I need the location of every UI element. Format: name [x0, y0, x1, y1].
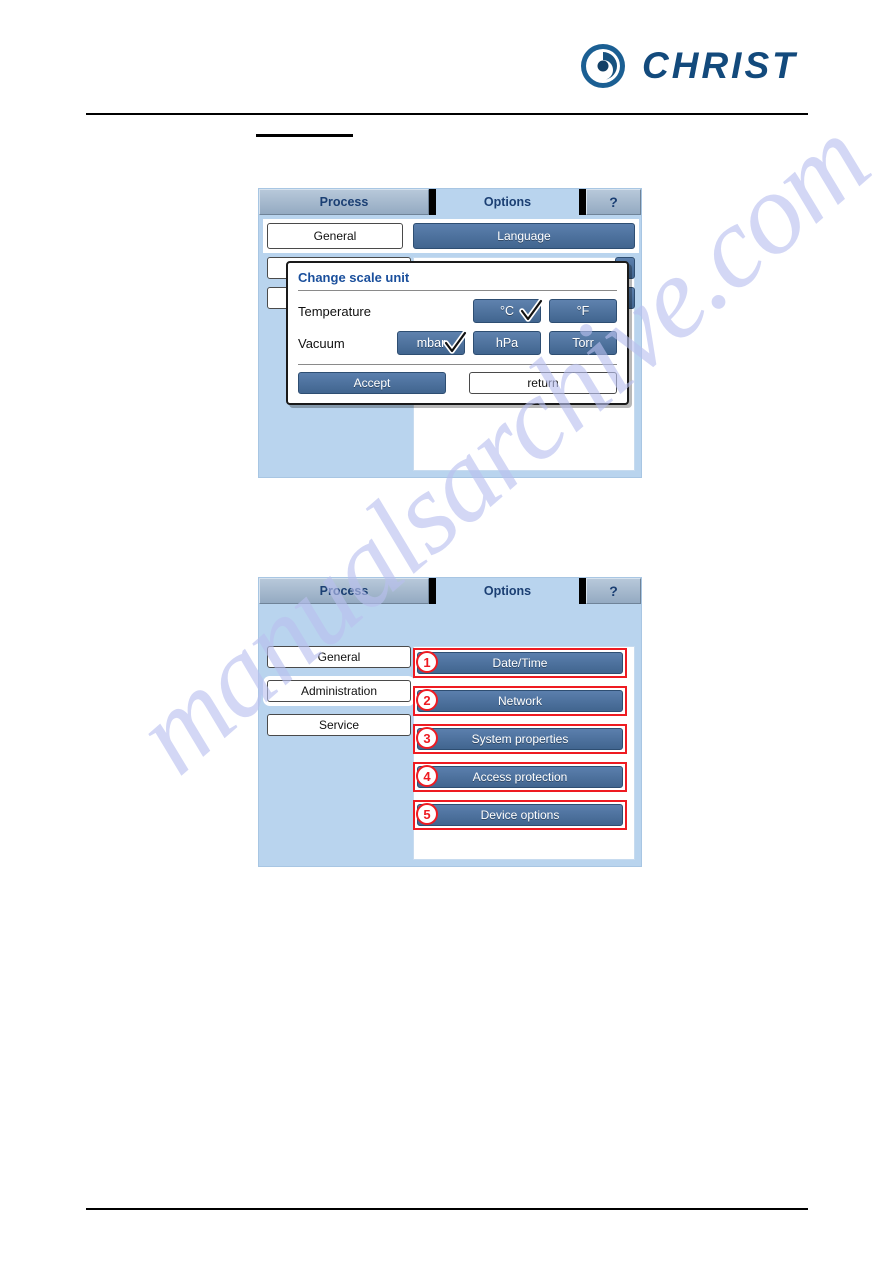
- button-general-label: General: [313, 229, 357, 243]
- return-button-label: return: [527, 376, 559, 390]
- tab-process[interactable]: Process: [259, 578, 429, 604]
- nav-button-label: Service: [318, 718, 359, 732]
- tab-help-label: ?: [609, 583, 618, 599]
- unit-button-label: Torr: [572, 336, 594, 350]
- unit-button-fahrenheit[interactable]: °F: [549, 299, 617, 323]
- button-general[interactable]: General: [267, 223, 403, 249]
- tab-separator: [429, 189, 436, 215]
- brand-wordmark: CHRIST: [642, 45, 798, 86]
- option-button-label: Date/Time: [492, 656, 548, 670]
- unit-button-label: °C: [499, 304, 515, 318]
- unit-button-torr[interactable]: Torr: [549, 331, 617, 355]
- button-language[interactable]: Language: [413, 223, 635, 249]
- nav-button-administration[interactable]: Administration: [267, 680, 411, 702]
- dialog-row-label: Vacuum: [298, 335, 345, 351]
- tab-separator: [429, 578, 436, 604]
- dialog-actions-divider: [298, 364, 617, 365]
- dialog-title: Change scale unit: [298, 270, 410, 285]
- unit-button-celsius[interactable]: °C: [473, 298, 544, 324]
- tab-help-label: ?: [609, 194, 618, 210]
- callout-box: 2 Network: [413, 686, 627, 716]
- option-button-access-protection[interactable]: Access protection: [417, 766, 623, 788]
- callout-box: 1 Date/Time: [413, 648, 627, 678]
- callout-badge-3: 3: [416, 727, 438, 749]
- callout-box: 3 System properties: [413, 724, 627, 754]
- checkmark-icon: [518, 298, 544, 324]
- unit-button-label: hPa: [495, 336, 519, 350]
- tab-help[interactable]: ?: [586, 189, 641, 215]
- tab-options[interactable]: Options: [436, 189, 579, 215]
- unit-button-mbar[interactable]: mbar: [397, 330, 468, 356]
- option-button-device-options[interactable]: Device options: [417, 804, 623, 826]
- left-nav: General Administration Service: [267, 646, 411, 736]
- nav-button-label: Administration: [300, 684, 378, 698]
- option-button-label: Network: [497, 694, 542, 708]
- tab-options-label: Options: [483, 195, 532, 209]
- unit-button-label: mbar: [416, 336, 446, 350]
- tab-help[interactable]: ?: [586, 578, 641, 604]
- option-button-network[interactable]: Network: [417, 690, 623, 712]
- section-heading-rule: [256, 134, 353, 137]
- unit-button-hpa[interactable]: hPa: [473, 331, 541, 355]
- dialog-row-vacuum: Vacuum mbar hPa Torr: [298, 330, 617, 356]
- option-button-label: System properties: [471, 732, 569, 746]
- dialog-row-label: Temperature: [298, 303, 371, 319]
- checkmark-icon: [442, 330, 468, 356]
- button-language-label: Language: [497, 229, 551, 243]
- dialog-actions: Accept return: [298, 372, 617, 394]
- nav-button-label: General: [317, 650, 361, 664]
- dialog-row-temperature: Temperature °C °F: [298, 298, 617, 324]
- callout-box: 4 Access protection: [413, 762, 627, 792]
- accept-button-label: Accept: [353, 376, 391, 390]
- option-button-label: Access protection: [472, 770, 568, 784]
- callout-box: 5 Device options: [413, 800, 627, 830]
- return-button[interactable]: return: [469, 372, 617, 394]
- callout-badge-5: 5: [416, 803, 438, 825]
- change-scale-unit-dialog: Change scale unit Temperature °C °F Vacu…: [286, 261, 629, 405]
- callout-badge-4: 4: [416, 765, 438, 787]
- option-button-system-properties[interactable]: System properties: [417, 728, 623, 750]
- tab-separator: [579, 578, 586, 604]
- top-button-row: General Language: [267, 223, 635, 249]
- tab-process-label: Process: [319, 584, 369, 598]
- tab-separator: [579, 189, 586, 215]
- tab-options-label: Options: [483, 584, 532, 598]
- callout-badge-1: 1: [416, 651, 438, 673]
- nav-button-general[interactable]: General: [267, 646, 411, 668]
- tab-process[interactable]: Process: [259, 189, 429, 215]
- option-button-date-time[interactable]: Date/Time: [417, 652, 623, 674]
- dialog-title-divider: [298, 290, 617, 291]
- nav-button-service[interactable]: Service: [267, 714, 411, 736]
- tab-options[interactable]: Options: [436, 578, 579, 604]
- christ-spiral-logo-icon: [578, 41, 628, 91]
- tab-process-label: Process: [319, 195, 369, 209]
- options-list: 1 Date/Time 2 Network 3 System propertie…: [413, 648, 627, 838]
- device-body: General Administration Service 1 Date/Ti…: [259, 604, 641, 866]
- accept-button[interactable]: Accept: [298, 372, 446, 394]
- callout-badge-2: 2: [416, 689, 438, 711]
- device-body: General Language Change scale unit Tempe…: [259, 215, 641, 477]
- device-screenshot-change-scale-unit: Process Options ? General Language Chang…: [258, 188, 642, 478]
- unit-button-label: °F: [576, 304, 590, 318]
- tab-bar: Process Options ?: [259, 189, 641, 215]
- option-button-label: Device options: [480, 808, 560, 822]
- header-divider: [86, 113, 808, 115]
- brand-logo: CHRIST: [578, 40, 810, 92]
- device-screenshot-administration-menu: Process Options ? General Administration…: [258, 577, 642, 867]
- footer-divider: [86, 1208, 808, 1210]
- tab-bar: Process Options ?: [259, 578, 641, 604]
